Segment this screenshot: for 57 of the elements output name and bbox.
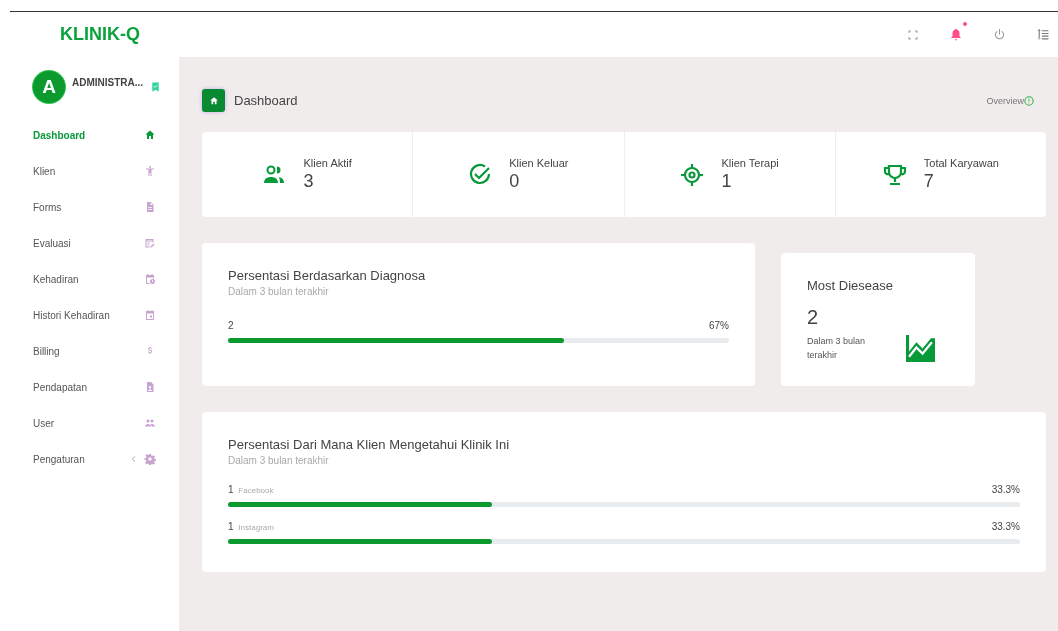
calendar-clock-icon [144,273,156,285]
source-label: Facebook [238,486,274,495]
sidebar-item[interactable]: Pengaturan [0,441,179,477]
percent-label: 33.3% [991,484,1020,495]
count-label: 1 [228,521,234,532]
gear-icon [144,453,156,465]
card-title: Persentasi Dari Mana Klien Mengetahui Klinik Ini [228,437,511,452]
power-icon[interactable] [993,28,1006,41]
sidebar-item[interactable]: Histori Kehadiran [0,297,179,333]
sidebar-item[interactable]: Kehadiran [0,261,179,297]
menu-icon[interactable] [1036,28,1050,41]
card-title: Persentasi Berdasarkan Diagnosa [228,268,427,283]
stat-label: Total Karyawan [923,157,999,169]
page-title: Dashboard [234,93,298,108]
area-chart-icon [906,335,935,362]
sidebar-item[interactable]: Evaluasi [0,225,179,261]
people-icon [144,417,156,429]
check-circle-icon [468,162,493,187]
home-icon [144,129,156,141]
user-avatar[interactable]: A [33,71,65,103]
stat-value: 7 [923,171,935,192]
stat-value: 3 [303,171,315,192]
count-label: 1 [228,484,234,495]
calendar-icon [144,309,156,321]
verified-badge-icon [150,81,162,93]
receipt-icon [144,381,156,393]
home-tile-icon [202,89,225,112]
sidebar-item[interactable]: Dashboard [0,117,179,153]
sidebar-item[interactable]: Forms [0,189,179,225]
info-icon [1024,95,1034,106]
disease-value: 2 [807,306,820,329]
crosshair-icon [680,162,705,187]
trophy-icon [882,162,907,187]
card-subtitle: Dalam 3 bulan terakhir [228,455,330,466]
sidebar-item[interactable]: Billing [0,333,179,369]
percent-label: 67% [709,320,729,331]
stat-value: 1 [721,171,733,192]
card-subtitle: Dalam 3 bulan terakhir [228,286,330,297]
user-name: ADMINISTRA... [72,77,144,88]
stat-label: Klien Terapi [721,157,779,169]
table-edit-icon [144,237,156,249]
sidebar-item[interactable]: Klien [0,153,179,189]
fullscreen-icon[interactable] [907,28,919,41]
card-title: Most Diesease [807,278,894,293]
source-label: Instagram [238,523,274,532]
stat-value: 0 [509,171,521,192]
percent-label: 33.3% [991,521,1020,532]
overview-link[interactable]: Overview [986,95,1024,106]
person-icon [144,165,156,177]
card-caption: Dalam 3 bulan terakhir [807,335,867,362]
document-icon [144,201,156,213]
stat-label: Klien Keluar [509,157,569,169]
stat-label: Klien Aktif [303,157,352,169]
sidebar-item[interactable]: Pendapatan [0,369,179,405]
count-label: 2 [228,320,234,331]
sidebar-item[interactable]: User [0,405,179,441]
bell-icon[interactable] [949,27,963,42]
